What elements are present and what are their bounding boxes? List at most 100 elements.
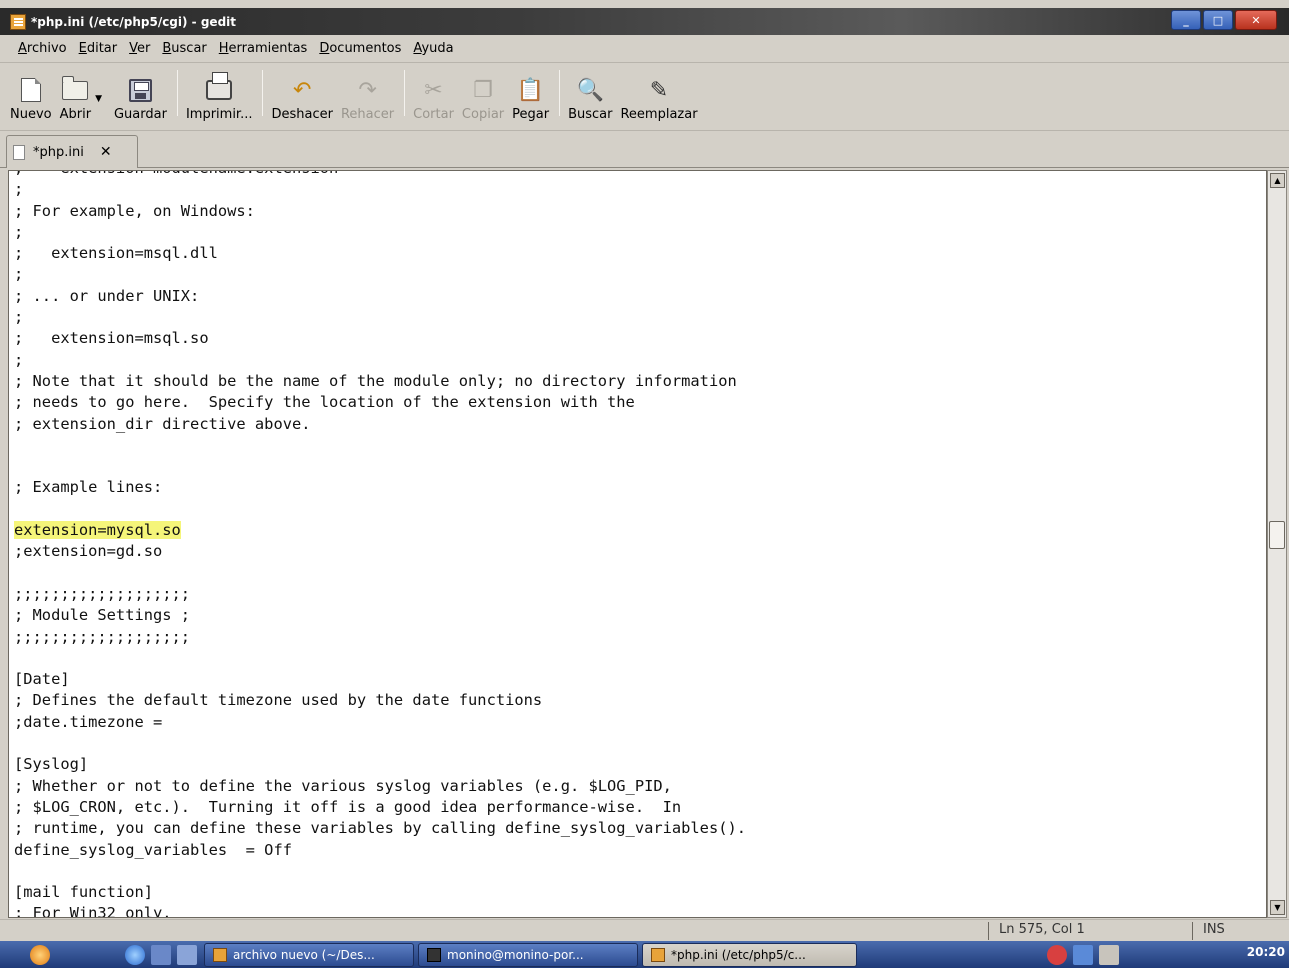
window-controls: _ □ ✕ [1171,10,1277,30]
undo-button[interactable]: ↶ Deshacer [271,77,332,123]
code-line[interactable]: extension=mysql.so [14,520,1266,541]
code-line[interactable]: ; For example, on Windows: [14,201,1266,222]
taskbar-item-label: archivo nuevo (~/Des... [233,947,375,962]
scrollbar-thumb[interactable] [1269,521,1285,549]
taskbar-item-archivo-nuevo[interactable]: archivo nuevo (~/Des... [204,942,414,967]
code-line[interactable]: ; Defines the default timezone used by t… [14,690,1266,711]
code-line-text: ; ... or under UNIX: [14,286,200,305]
code-line[interactable]: ; $LOG_CRON, etc.). Turning it off is a … [14,797,1266,818]
code-line[interactable]: ; extension=msql.dll [14,243,1266,264]
code-line[interactable]: ; [14,222,1266,243]
code-line[interactable]: ; Module Settings ; [14,605,1266,626]
code-line-text: [mail function] [14,883,153,902]
code-line-text: ; [14,222,24,241]
menu-herramientas[interactable]: Herramientas [213,41,314,56]
code-line[interactable]: ; ... or under UNIX: [14,286,1266,307]
home-launcher-icon[interactable] [151,944,171,965]
menu-ver[interactable]: Ver [123,41,156,56]
desktop-launcher-icon[interactable] [177,944,197,965]
code-line[interactable]: ;;;;;;;;;;;;;;;;;;; [14,627,1266,648]
minimize-button[interactable]: _ [1171,10,1201,30]
terminal-task-icon [427,947,441,962]
print-button[interactable]: Imprimir... [186,72,252,122]
code-line[interactable] [14,456,1266,477]
clock[interactable]: 20:20 [1247,945,1285,959]
code-line-text: ; Whether or not to define the various s… [14,776,672,795]
code-line[interactable]: ; [14,307,1266,328]
code-line[interactable]: ; needs to go here. Specify the location… [14,392,1266,413]
cut-button[interactable]: ✂ Cortar [413,77,454,123]
paste-button[interactable]: 📋 Pegar [512,77,549,123]
new-button[interactable]: Nuevo [10,77,52,122]
folder-open-icon [61,75,89,103]
scroll-down-icon[interactable]: ▼ [1270,900,1285,915]
cut-button-label: Cortar [413,107,454,122]
code-line[interactable]: ; [14,350,1266,371]
vertical-scrollbar[interactable]: ▲ ▼ [1267,170,1287,918]
taskbar-item-php-ini[interactable]: *php.ini (/etc/php5/c... [642,942,857,967]
code-line-text: ; [14,265,24,284]
code-line[interactable] [14,499,1266,520]
menu-buscar[interactable]: Buscar [156,41,212,56]
close-window-button[interactable]: ✕ [1235,10,1277,30]
copy-icon: ❐ [473,77,493,103]
code-line-text: define_syslog_variables = Off [14,840,292,859]
code-line[interactable]: ;;;;;;;;;;;;;;;;;;; [14,584,1266,605]
scroll-up-icon[interactable]: ▲ [1270,173,1285,188]
code-line[interactable]: ; Whether or not to define the various s… [14,776,1266,797]
replace-icon: ✎ [649,77,669,103]
window-titlebar[interactable]: *php.ini (/etc/php5/cgi) - gedit _ □ ✕ [0,8,1289,35]
code-line[interactable]: ; extension=msql.so [14,328,1266,349]
taskbar-item-terminal[interactable]: monino@monino-por... [418,942,638,967]
code-content[interactable]: ; extension=modulename.extension; ; For e… [9,171,1266,917]
code-line[interactable]: ; Note that it should be the name of the… [14,371,1266,392]
code-line-text: ; [14,350,24,369]
code-line[interactable] [14,563,1266,584]
tab-php-ini[interactable]: *php.ini ✕ [6,135,138,168]
code-line[interactable]: ;date.timezone = [14,712,1266,733]
code-line-text: ; extension=msql.dll [14,244,218,263]
code-line[interactable]: [mail function] [14,882,1266,903]
code-line[interactable]: ; Example lines: [14,477,1266,498]
menu-archivo[interactable]: Archivo [12,41,73,56]
text-editor[interactable]: ; extension=modulename.extension; ; For e… [8,170,1267,918]
code-line[interactable]: ; For Win32 only. [14,903,1266,917]
code-line[interactable]: [Date] [14,669,1266,690]
new-document-icon [17,77,45,103]
open-button[interactable]: Abrir [60,75,91,122]
replace-button[interactable]: ✎ Reemplazar [620,77,697,123]
code-line[interactable]: define_syslog_variables = Off [14,840,1266,861]
volume-icon[interactable] [1099,944,1119,965]
toolbar-separator [176,70,178,116]
close-tab-icon[interactable]: ✕ [100,144,112,160]
code-line[interactable]: ;extension=gd.so [14,541,1266,562]
toolbar-separator [404,70,406,116]
menu-documentos[interactable]: Documentos [313,41,407,56]
insert-mode-indicator[interactable]: INS [1192,922,1225,940]
network-icon[interactable] [1073,944,1093,965]
code-line[interactable] [14,733,1266,754]
code-line[interactable]: ; runtime, you can define these variable… [14,818,1266,839]
copy-button[interactable]: ❐ Copiar [462,77,504,123]
code-line[interactable] [14,435,1266,456]
menu-ayuda[interactable]: Ayuda [407,41,459,56]
code-line[interactable]: ; [14,264,1266,285]
find-button[interactable]: 🔍 Buscar [568,77,612,123]
maximize-button[interactable]: □ [1203,10,1233,30]
save-button[interactable]: Guardar [114,77,167,122]
code-line[interactable] [14,861,1266,882]
magnifier-icon: 🔍 [576,77,604,103]
redo-button[interactable]: ↷ Rehacer [341,77,394,123]
start-menu-icon[interactable] [30,944,50,965]
code-line[interactable]: ; extension=modulename.extension [14,171,1266,179]
code-line[interactable]: [Syslog] [14,754,1266,775]
code-line[interactable]: ; [14,179,1266,200]
browser-launcher-icon[interactable] [125,944,145,965]
code-line-text: ; For example, on Windows: [14,201,255,220]
menu-editar[interactable]: Editar [73,41,124,56]
system-tray-icon[interactable] [1047,944,1067,965]
open-recent-dropdown-icon[interactable]: ▼ [95,94,102,104]
code-line[interactable]: ; extension_dir directive above. [14,414,1266,435]
code-line[interactable] [14,648,1266,669]
text-file-icon [13,144,25,160]
